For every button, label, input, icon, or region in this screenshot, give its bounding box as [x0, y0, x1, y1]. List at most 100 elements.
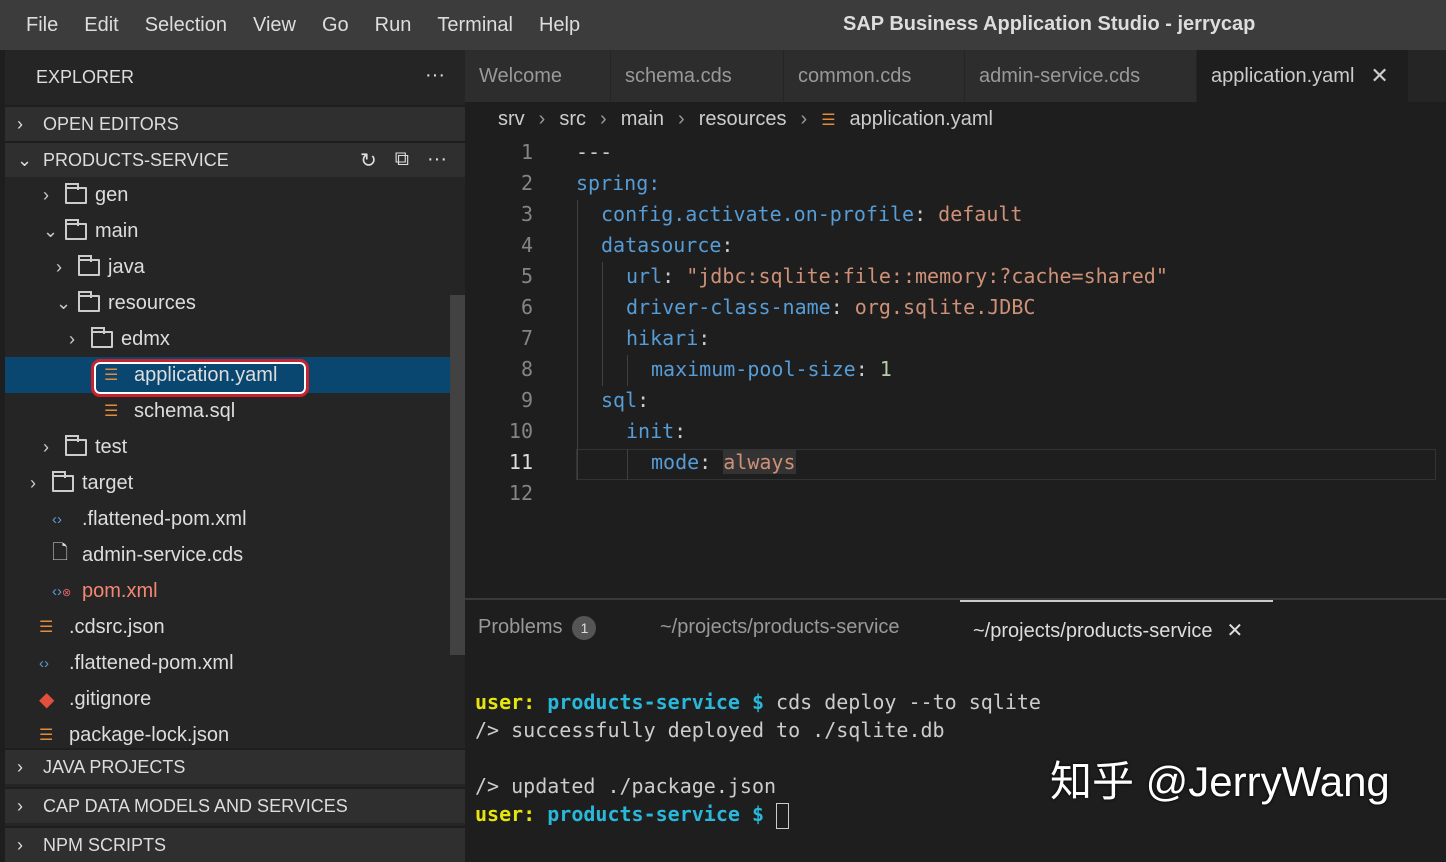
- tree-item[interactable]: ›edmx: [5, 321, 465, 357]
- code-line: init:: [626, 419, 686, 443]
- more-actions-icon[interactable]: ···: [425, 64, 445, 87]
- line-number: 2: [465, 171, 533, 195]
- tab-application-yaml[interactable]: application.yaml✕: [1197, 50, 1409, 102]
- xml-error-icon: ‹›⊗: [52, 583, 82, 600]
- code-line: spring:: [576, 171, 660, 195]
- tree-item[interactable]: ⌄ resources: [5, 285, 465, 321]
- code-line: driver-class-name: org.sqlite.JDBC: [626, 295, 1035, 319]
- tree-item[interactable]: › test: [5, 429, 465, 465]
- tree-item-label: target: [82, 472, 133, 495]
- tab-problems[interactable]: Problems1: [478, 616, 596, 640]
- menu-view[interactable]: View: [240, 14, 309, 37]
- code-editor[interactable]: 1---2spring:3config.activate.on-profile:…: [465, 138, 1446, 598]
- line-number: 6: [465, 295, 533, 319]
- menu-selection[interactable]: Selection: [132, 14, 240, 37]
- breadcrumb-item[interactable]: srv: [498, 108, 525, 131]
- line-number: 12: [465, 481, 533, 505]
- title-bar: File Edit Selection View Go Run Terminal…: [0, 0, 1446, 50]
- menu-file[interactable]: File: [0, 14, 71, 37]
- tree-item-label: gen: [95, 184, 128, 207]
- folder-icon: [65, 439, 95, 456]
- chevron-right-icon: ›: [56, 257, 78, 278]
- chevron-right-icon: ›: [17, 796, 43, 817]
- tab-terminal-2[interactable]: ~/projects/products-service✕: [960, 600, 1273, 650]
- close-icon[interactable]: ✕: [1227, 620, 1244, 642]
- tab-welcome[interactable]: Welcome: [465, 50, 611, 102]
- tree-item[interactable]: 🗋admin-service.cds: [5, 537, 465, 573]
- menu-go[interactable]: Go: [309, 14, 362, 37]
- collapse-all-icon[interactable]: ⧉: [395, 148, 409, 173]
- chevron-right-icon: ›: [17, 114, 43, 135]
- file-icon: 🗋: [52, 538, 82, 572]
- more-actions-icon[interactable]: ···: [427, 148, 447, 173]
- tree-item[interactable]: ‹›⊗pom.xml: [5, 573, 465, 609]
- explorer-title: EXPLORER: [36, 67, 134, 88]
- watermark: 知乎 @JerryWang: [1050, 748, 1390, 809]
- folder-icon: [78, 295, 108, 312]
- window-title: SAP Business Application Studio - jerryc…: [843, 13, 1255, 36]
- xml-icon: ‹›: [52, 511, 82, 528]
- section-label: OPEN EDITORS: [43, 114, 179, 135]
- terminal-output[interactable]: user: products-service $ cds deploy --to…: [475, 688, 1041, 829]
- tree-item[interactable]: › target: [5, 465, 465, 501]
- tree-item-label: resources: [108, 292, 196, 315]
- tree-item[interactable]: ☰schema.sql: [5, 393, 465, 429]
- chevron-right-icon: ›: [17, 757, 43, 778]
- menu-edit[interactable]: Edit: [71, 14, 131, 37]
- tree-item[interactable]: ‹›.flattened-pom.xml: [5, 645, 465, 681]
- tree-item-label: .cdsrc.json: [69, 616, 165, 639]
- chevron-right-icon: ›: [17, 835, 43, 856]
- code-line: ---: [576, 140, 612, 164]
- tree-item-label: test: [95, 436, 127, 459]
- tree-item-label: pom.xml: [82, 580, 158, 603]
- section-products-service[interactable]: ⌄PRODUCTS-SERVICE ↻⧉···: [5, 141, 465, 177]
- menu-help[interactable]: Help: [526, 14, 593, 37]
- sidebar-scrollbar[interactable]: [450, 295, 465, 655]
- tree-item[interactable]: › gen: [5, 177, 465, 213]
- database-icon: ☰: [821, 110, 835, 130]
- section-cap-data-models[interactable]: ›CAP DATA MODELS AND SERVICES: [5, 787, 465, 823]
- breadcrumb-item[interactable]: application.yaml: [850, 108, 993, 131]
- breadcrumb-item[interactable]: src: [559, 108, 586, 131]
- editor-tabs: Welcome schema.cds common.cds admin-serv…: [465, 50, 1446, 102]
- tab-schema-cds[interactable]: schema.cds: [611, 50, 784, 102]
- tree-item[interactable]: ☰.cdsrc.json: [5, 609, 465, 645]
- section-open-editors[interactable]: ›OPEN EDITORS: [5, 105, 465, 141]
- line-number: 8: [465, 357, 533, 381]
- tree-item[interactable]: ◆.gitignore: [5, 681, 465, 717]
- chevron-down-icon: ⌄: [56, 293, 78, 314]
- database-icon: ☰: [39, 725, 69, 745]
- chevron-right-icon: ›: [43, 185, 65, 206]
- tree-item-label: .flattened-pom.xml: [82, 508, 247, 531]
- tab-terminal-1[interactable]: ~/projects/products-service: [660, 616, 900, 639]
- tree-item[interactable]: ☰application.yaml: [5, 357, 465, 393]
- menu-run[interactable]: Run: [362, 14, 425, 37]
- tree-item-label: .gitignore: [69, 688, 151, 711]
- breadcrumb-item[interactable]: main: [621, 108, 664, 131]
- line-number: 9: [465, 388, 533, 412]
- tree-item[interactable]: ‹›.flattened-pom.xml: [5, 501, 465, 537]
- section-java-projects[interactable]: ›JAVA PROJECTS: [5, 748, 465, 784]
- line-number: 4: [465, 233, 533, 257]
- section-npm-scripts[interactable]: ›NPM SCRIPTS: [5, 826, 465, 862]
- chevron-right-icon: ›: [30, 473, 52, 494]
- code-line: url: "jdbc:sqlite:file::memory:?cache=sh…: [626, 264, 1168, 288]
- tree-item[interactable]: ›java: [5, 249, 465, 285]
- menu-terminal[interactable]: Terminal: [424, 14, 526, 37]
- tree-item-label: .flattened-pom.xml: [69, 652, 234, 675]
- tree-item-label: admin-service.cds: [82, 544, 243, 567]
- tab-common-cds[interactable]: common.cds: [784, 50, 965, 102]
- folder-icon: [91, 331, 121, 348]
- highlight-annotation: [91, 359, 309, 397]
- section-label: CAP DATA MODELS AND SERVICES: [43, 796, 348, 817]
- code-line: config.activate.on-profile: default: [601, 202, 1022, 226]
- tree-item-label: package-lock.json: [69, 724, 229, 747]
- breadcrumb-item[interactable]: resources: [699, 108, 787, 131]
- line-number: 1: [465, 140, 533, 164]
- tab-admin-service-cds[interactable]: admin-service.cds: [965, 50, 1197, 102]
- code-line: hikari:: [626, 326, 710, 350]
- refresh-icon[interactable]: ↻: [360, 148, 377, 173]
- close-icon[interactable]: ✕: [1370, 63, 1388, 89]
- tree-item[interactable]: ⌄main: [5, 213, 465, 249]
- chevron-right-icon: ›: [43, 437, 65, 458]
